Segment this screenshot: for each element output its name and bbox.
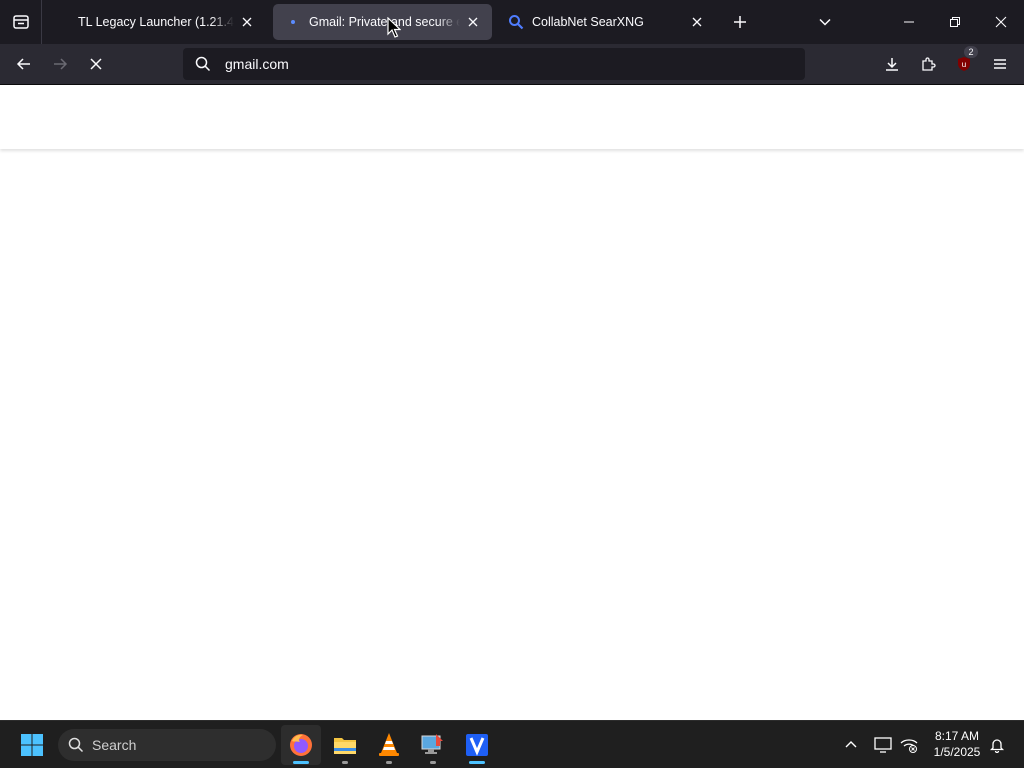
back-button[interactable]	[8, 48, 40, 80]
folder-icon	[334, 738, 356, 754]
app-menu-button[interactable]	[984, 48, 1016, 80]
firefox-view-icon	[12, 15, 29, 29]
taskbar-search[interactable]: Search	[58, 729, 276, 761]
firefox-view-button[interactable]	[0, 0, 42, 44]
bell-icon	[989, 739, 1005, 753]
new-tab-button[interactable]	[726, 8, 754, 36]
tab-tl-legacy[interactable]: TL Legacy Launcher (1.21.4, 1.2	[66, 4, 266, 40]
show-hidden-icons-button[interactable]	[838, 729, 864, 761]
tab-searxng[interactable]: CollabNet SearXNG	[496, 4, 716, 40]
tab-gmail[interactable]: Gmail: Private and secure email	[273, 4, 492, 40]
taskbar: Search 8:17 AM 1/5/2025	[0, 720, 1024, 768]
taskbar-firefox[interactable]	[281, 725, 321, 765]
stop-loading-icon	[90, 58, 102, 70]
tab-title: Gmail: Private and secure email	[309, 15, 460, 29]
close-window-button[interactable]	[978, 0, 1024, 44]
navigation-toolbar: gmail.com u 2	[0, 44, 1024, 85]
search-icon	[195, 56, 211, 72]
tab-title: TL Legacy Launcher (1.21.4, 1.2	[78, 15, 234, 29]
page-content	[0, 85, 1024, 720]
extensions-button[interactable]	[912, 48, 944, 80]
download-icon	[886, 58, 898, 71]
url-text: gmail.com	[225, 56, 289, 72]
taskbar-remote-desktop[interactable]	[413, 725, 453, 765]
page-header	[0, 85, 1024, 149]
chevron-down-icon	[819, 18, 831, 26]
loading-icon	[285, 14, 301, 30]
tray-display-button[interactable]	[870, 729, 896, 761]
v-app-icon	[466, 734, 488, 756]
active-indicator	[293, 761, 309, 764]
active-indicator	[469, 761, 485, 764]
running-indicator	[430, 761, 436, 764]
taskbar-v-app[interactable]	[457, 725, 497, 765]
running-indicator	[342, 761, 348, 764]
address-bar[interactable]: gmail.com	[183, 48, 805, 80]
restore-button[interactable]	[932, 0, 978, 44]
chevron-up-icon	[845, 741, 857, 748]
ublock-shield-icon: u	[958, 57, 970, 71]
arrow-left-icon	[16, 58, 30, 70]
downloads-button[interactable]	[876, 48, 908, 80]
list-all-tabs-button[interactable]	[811, 8, 839, 36]
stop-button[interactable]	[80, 48, 112, 80]
taskbar-vlc[interactable]	[369, 725, 409, 765]
start-button[interactable]	[12, 725, 52, 765]
tab-close-icon[interactable]	[688, 13, 706, 31]
tab-title: CollabNet SearXNG	[532, 15, 644, 29]
taskbar-file-explorer[interactable]	[325, 725, 365, 765]
ublock-button[interactable]: u 2	[948, 46, 980, 80]
vlc-cone-icon	[379, 733, 399, 756]
notifications-button[interactable]	[984, 729, 1010, 761]
close-icon	[995, 16, 1007, 28]
hamburger-menu-icon	[994, 59, 1006, 69]
tab-close-icon[interactable]	[464, 13, 482, 31]
extension-badge: 2	[964, 46, 978, 58]
tray-network-button[interactable]	[896, 729, 922, 761]
forward-button[interactable]	[44, 48, 76, 80]
plus-icon	[734, 16, 746, 28]
search-label: Search	[92, 737, 137, 753]
searxng-icon	[508, 14, 524, 30]
system-clock[interactable]: 8:17 AM 1/5/2025	[924, 728, 990, 760]
minimize-button[interactable]	[886, 0, 932, 44]
search-icon	[68, 737, 84, 753]
restore-icon	[950, 17, 960, 27]
mouse-cursor-icon	[387, 17, 401, 38]
monitor-icon	[874, 737, 892, 753]
minimize-icon	[904, 21, 914, 23]
svg-text:u: u	[962, 60, 966, 69]
tab-close-icon[interactable]	[238, 13, 256, 31]
tab-bar: TL Legacy Launcher (1.21.4, 1.2 Gmail: P…	[0, 0, 1024, 44]
running-indicator	[386, 761, 392, 764]
firefox-icon	[290, 734, 312, 756]
clock-time: 8:17 AM	[934, 729, 980, 743]
remote-desktop-icon	[421, 734, 443, 754]
network-disconnected-icon	[900, 739, 918, 753]
clock-date: 1/5/2025	[933, 745, 981, 759]
windows-logo-icon	[21, 734, 43, 756]
arrow-right-icon	[54, 58, 68, 70]
puzzle-icon	[922, 57, 936, 71]
